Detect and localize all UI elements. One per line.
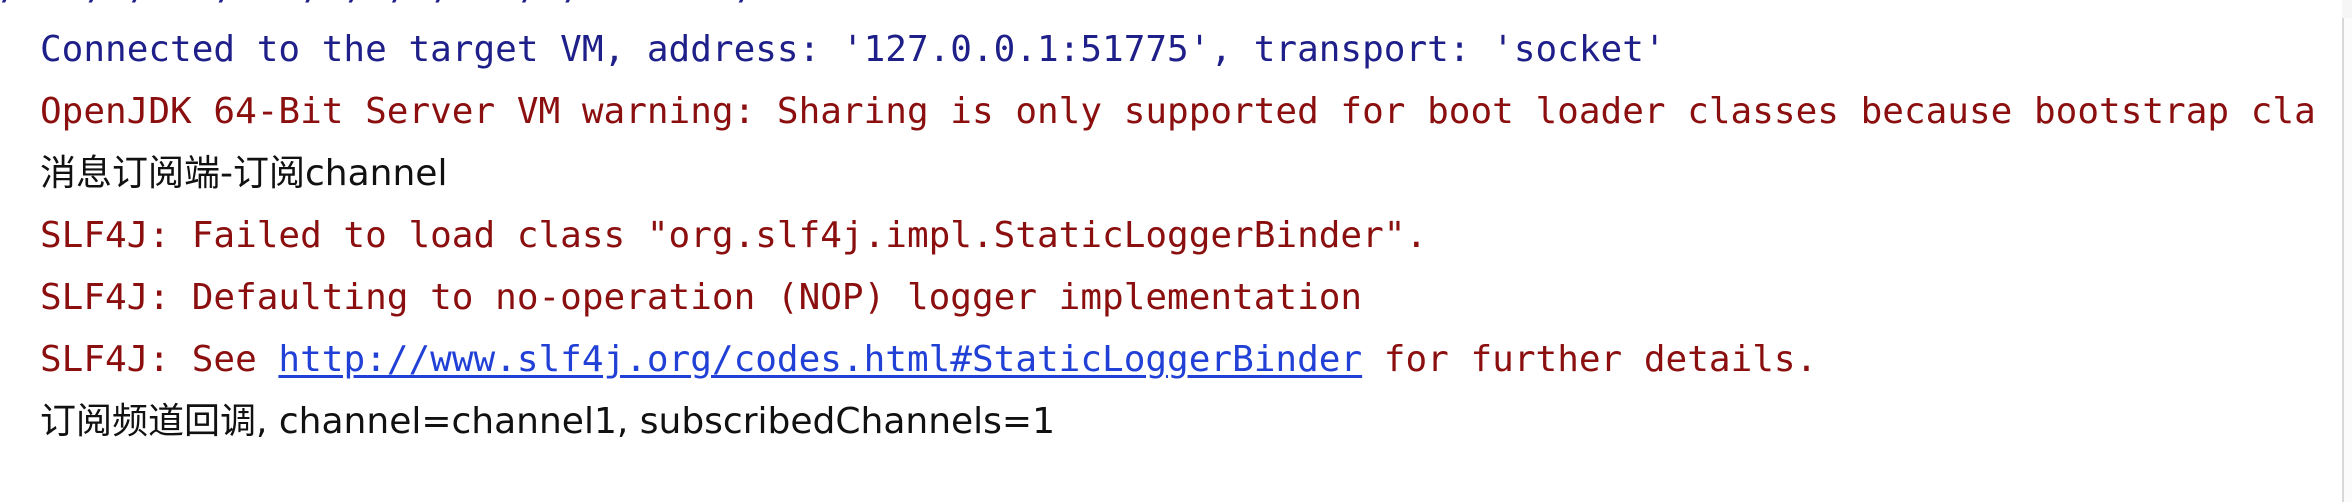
console-line-jdk-warning: OpenJDK 64-Bit Server VM warning: Sharin…	[40, 91, 2316, 132]
console-line-slf4j-see-suffix: for further details.	[1362, 339, 1818, 380]
console-output[interactable]: / · / / · / · / / / / · / / · · · / · · …	[0, 0, 2352, 502]
console-line-slf4j-nop: SLF4J: Defaulting to no-operation (NOP) …	[40, 277, 1363, 318]
console-line-subscribe-callback: 订阅频道回调, channel=channel1, subscribedChan…	[40, 401, 1055, 442]
console-line-slf4j-failed: SLF4J: Failed to load class "org.slf4j.i…	[40, 215, 1428, 256]
console-line-slf4j-see-prefix: SLF4J: See	[40, 339, 279, 380]
console-line-subscriber-start: 消息订阅端-订阅channel	[40, 153, 448, 194]
slf4j-docs-link[interactable]: http://www.slf4j.org/codes.html#StaticLo…	[278, 339, 1362, 380]
console-scrollbar-thumb[interactable]	[2342, 18, 2352, 502]
clipped-previous-line: / · / / · / · / / / / · / / · · · / · · …	[0, 0, 889, 6]
console-line-connected: Connected to the target VM, address: '12…	[40, 29, 1666, 70]
console-line-slf4j-see: SLF4J: See http://www.slf4j.org/codes.ht…	[40, 329, 1817, 391]
